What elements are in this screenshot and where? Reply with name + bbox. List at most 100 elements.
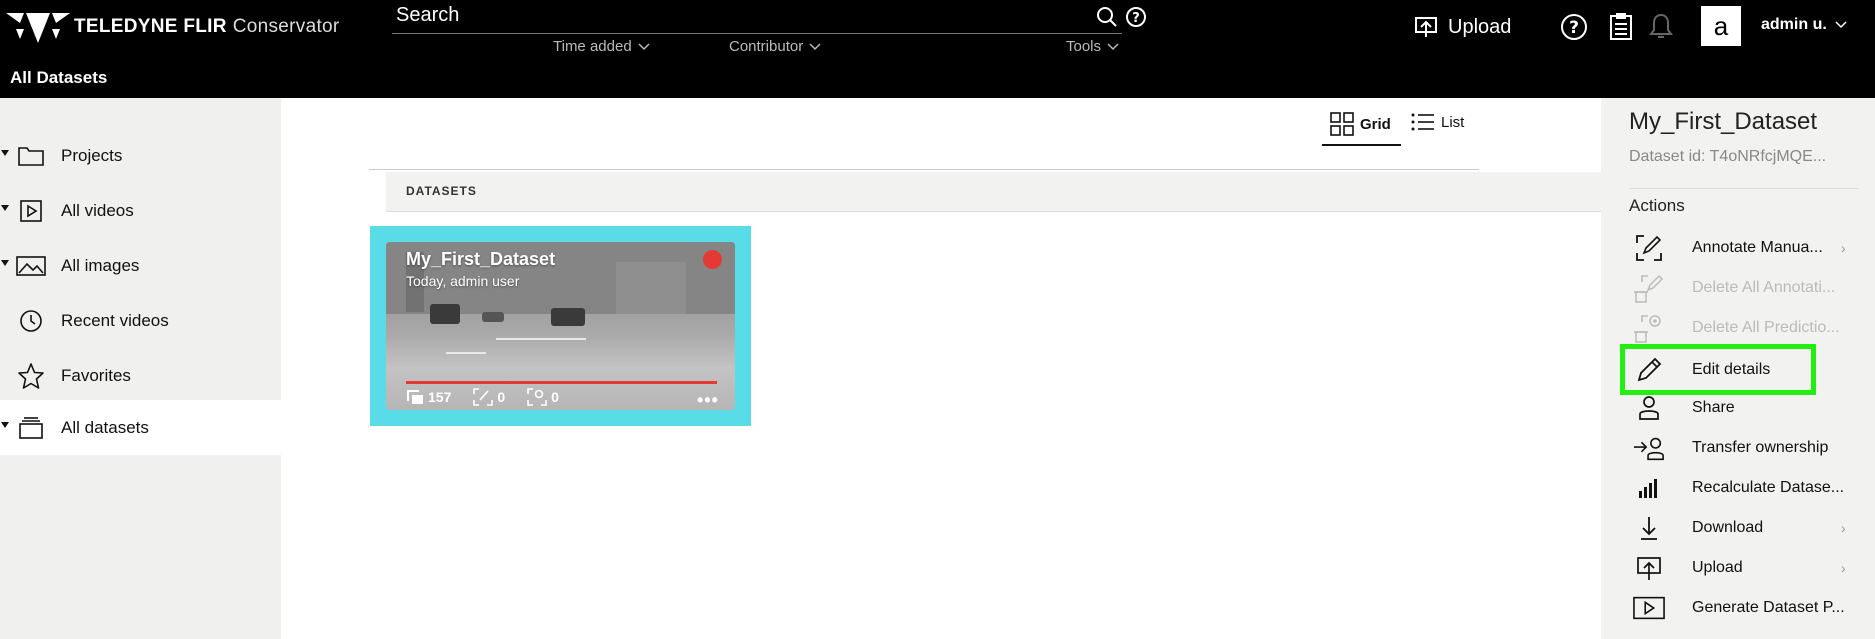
upload-button[interactable]: Upload bbox=[1414, 12, 1511, 42]
help-icon[interactable]: ? bbox=[1560, 13, 1588, 41]
action-generate-dataset-preview[interactable]: Generate Dataset P... bbox=[1629, 591, 1859, 625]
bar-chart-icon bbox=[1633, 473, 1665, 503]
action-annotate-manually[interactable]: Annotate Manua... › bbox=[1629, 231, 1859, 265]
sidebar-item-favorites[interactable]: Favorites bbox=[0, 348, 281, 403]
annotate-icon bbox=[473, 388, 494, 406]
annotation-count: 0 bbox=[473, 388, 505, 406]
avatar[interactable]: a bbox=[1701, 6, 1741, 46]
dataset-card-selected[interactable]: My_First_Dataset Today, admin user 157 0… bbox=[370, 226, 751, 426]
svg-text:?: ? bbox=[1569, 18, 1579, 38]
view-list-toggle[interactable]: List bbox=[1411, 112, 1464, 132]
chevron-right-icon: › bbox=[1841, 240, 1846, 256]
teledyne-logo-icon bbox=[6, 13, 70, 43]
top-header: TELEDYNE FLIRConservator All Datasets ? … bbox=[0, 0, 1875, 98]
section-header: DATASETS bbox=[386, 172, 1601, 212]
thumbnail-crosswalk bbox=[496, 338, 586, 340]
pencil-icon bbox=[1633, 355, 1665, 385]
sidebar: Projects All videos All images Recent vi… bbox=[0, 98, 281, 639]
user-menu[interactable]: admin u. bbox=[1761, 16, 1847, 34]
sidebar-item-recent-videos[interactable]: Recent videos bbox=[0, 293, 281, 348]
product-name: Conservator bbox=[232, 16, 340, 37]
chevron-down-icon bbox=[1835, 21, 1847, 29]
expand-caret-icon[interactable] bbox=[1, 422, 9, 428]
action-share[interactable]: Share bbox=[1629, 391, 1859, 425]
chevron-down-icon bbox=[809, 42, 821, 50]
card-stats: 157 0 0 bbox=[406, 386, 581, 408]
frame-count: 157 bbox=[406, 389, 451, 405]
chevron-down-icon bbox=[1107, 42, 1119, 50]
filter-time-added[interactable]: Time added bbox=[553, 38, 650, 55]
video-icon bbox=[16, 196, 46, 226]
svg-text:?: ? bbox=[1132, 11, 1140, 26]
user-name: admin u. bbox=[1761, 16, 1827, 33]
filter-contributor[interactable]: Contributor bbox=[729, 38, 821, 55]
grid-icon bbox=[1330, 112, 1354, 136]
action-upload[interactable]: Upload › bbox=[1629, 551, 1859, 585]
sidebar-item-all-datasets[interactable]: All datasets bbox=[0, 400, 281, 455]
transfer-icon bbox=[1633, 433, 1665, 463]
action-download[interactable]: Download › bbox=[1629, 511, 1859, 545]
sidebar-item-all-images[interactable]: All images bbox=[0, 238, 281, 293]
thumbnail-car bbox=[482, 312, 504, 322]
sidebar-item-projects[interactable]: Projects bbox=[0, 128, 281, 183]
section-label: DATASETS bbox=[406, 184, 477, 198]
search-icon[interactable] bbox=[1095, 5, 1119, 29]
chevron-down-icon bbox=[638, 42, 650, 50]
divider bbox=[369, 169, 1479, 170]
action-delete-all-predictions[interactable]: Delete All Predictio... bbox=[1629, 311, 1859, 345]
action-delete-all-annotations[interactable]: Delete All Annotati... bbox=[1629, 271, 1859, 305]
star-icon bbox=[16, 361, 46, 391]
chevron-right-icon: › bbox=[1841, 560, 1846, 576]
upload-icon bbox=[1633, 553, 1665, 583]
clipboard-icon[interactable] bbox=[1607, 11, 1635, 41]
clock-icon bbox=[16, 306, 46, 336]
status-indicator bbox=[703, 250, 722, 269]
card-progress-bar bbox=[406, 381, 717, 384]
expand-caret-icon[interactable] bbox=[1, 205, 9, 211]
image-icon bbox=[16, 251, 46, 281]
download-icon bbox=[1633, 513, 1665, 543]
delete-annotations-icon bbox=[1633, 273, 1665, 303]
upload-icon bbox=[1415, 17, 1437, 37]
actions-heading: Actions bbox=[1629, 196, 1685, 215]
sidebar-item-all-videos[interactable]: All videos bbox=[0, 183, 281, 238]
expand-caret-icon[interactable] bbox=[1, 150, 9, 156]
dataset-icon bbox=[16, 413, 46, 443]
dataset-card[interactable]: My_First_Dataset Today, admin user 157 0… bbox=[386, 242, 735, 410]
details-panel: My_First_Dataset Dataset id: T4oNRfcjMQE… bbox=[1601, 98, 1875, 639]
action-edit-details[interactable]: Edit details bbox=[1620, 344, 1816, 395]
card-title: My_First_Dataset bbox=[406, 249, 556, 269]
panel-title: My_First_Dataset bbox=[1629, 108, 1818, 135]
list-icon bbox=[1411, 113, 1434, 131]
thumbnail-car bbox=[430, 304, 460, 324]
thumbnail-car bbox=[551, 308, 585, 326]
expand-caret-icon[interactable] bbox=[1, 260, 9, 266]
bell-icon[interactable] bbox=[1647, 12, 1675, 40]
search-help-icon[interactable]: ? bbox=[1124, 5, 1148, 29]
play-icon bbox=[1633, 593, 1665, 623]
dataset-id: Dataset id: T4oNRfcjMQE... bbox=[1629, 148, 1827, 165]
search-input[interactable] bbox=[396, 3, 1086, 27]
thumbnail-building bbox=[616, 262, 686, 314]
action-recalculate-dataset[interactable]: Recalculate Datase... bbox=[1629, 471, 1859, 505]
divider bbox=[1629, 188, 1859, 189]
share-user-icon bbox=[1633, 393, 1665, 423]
prediction-icon bbox=[527, 388, 547, 406]
annotate-icon bbox=[1633, 233, 1665, 263]
brand-name: TELEDYNE FLIR bbox=[74, 16, 227, 37]
frames-stack-icon bbox=[407, 390, 423, 404]
page-title: All Datasets bbox=[10, 68, 108, 87]
more-options-icon[interactable]: ••• bbox=[697, 390, 719, 410]
card-subtitle: Today, admin user bbox=[406, 273, 520, 289]
search-bar bbox=[392, 0, 1122, 34]
brand-logo[interactable]: TELEDYNE FLIR Conservator bbox=[6, 9, 340, 45]
delete-predictions-icon bbox=[1633, 313, 1665, 343]
view-grid-toggle[interactable]: Grid bbox=[1322, 112, 1401, 146]
action-transfer-ownership[interactable]: Transfer ownership bbox=[1629, 431, 1859, 465]
chevron-right-icon: › bbox=[1841, 520, 1846, 536]
thumbnail-road-marking bbox=[446, 352, 486, 354]
folder-icon bbox=[16, 141, 46, 171]
card-progress-fill bbox=[406, 381, 717, 384]
filter-tools[interactable]: Tools bbox=[1066, 38, 1119, 55]
prediction-count: 0 bbox=[527, 388, 559, 406]
